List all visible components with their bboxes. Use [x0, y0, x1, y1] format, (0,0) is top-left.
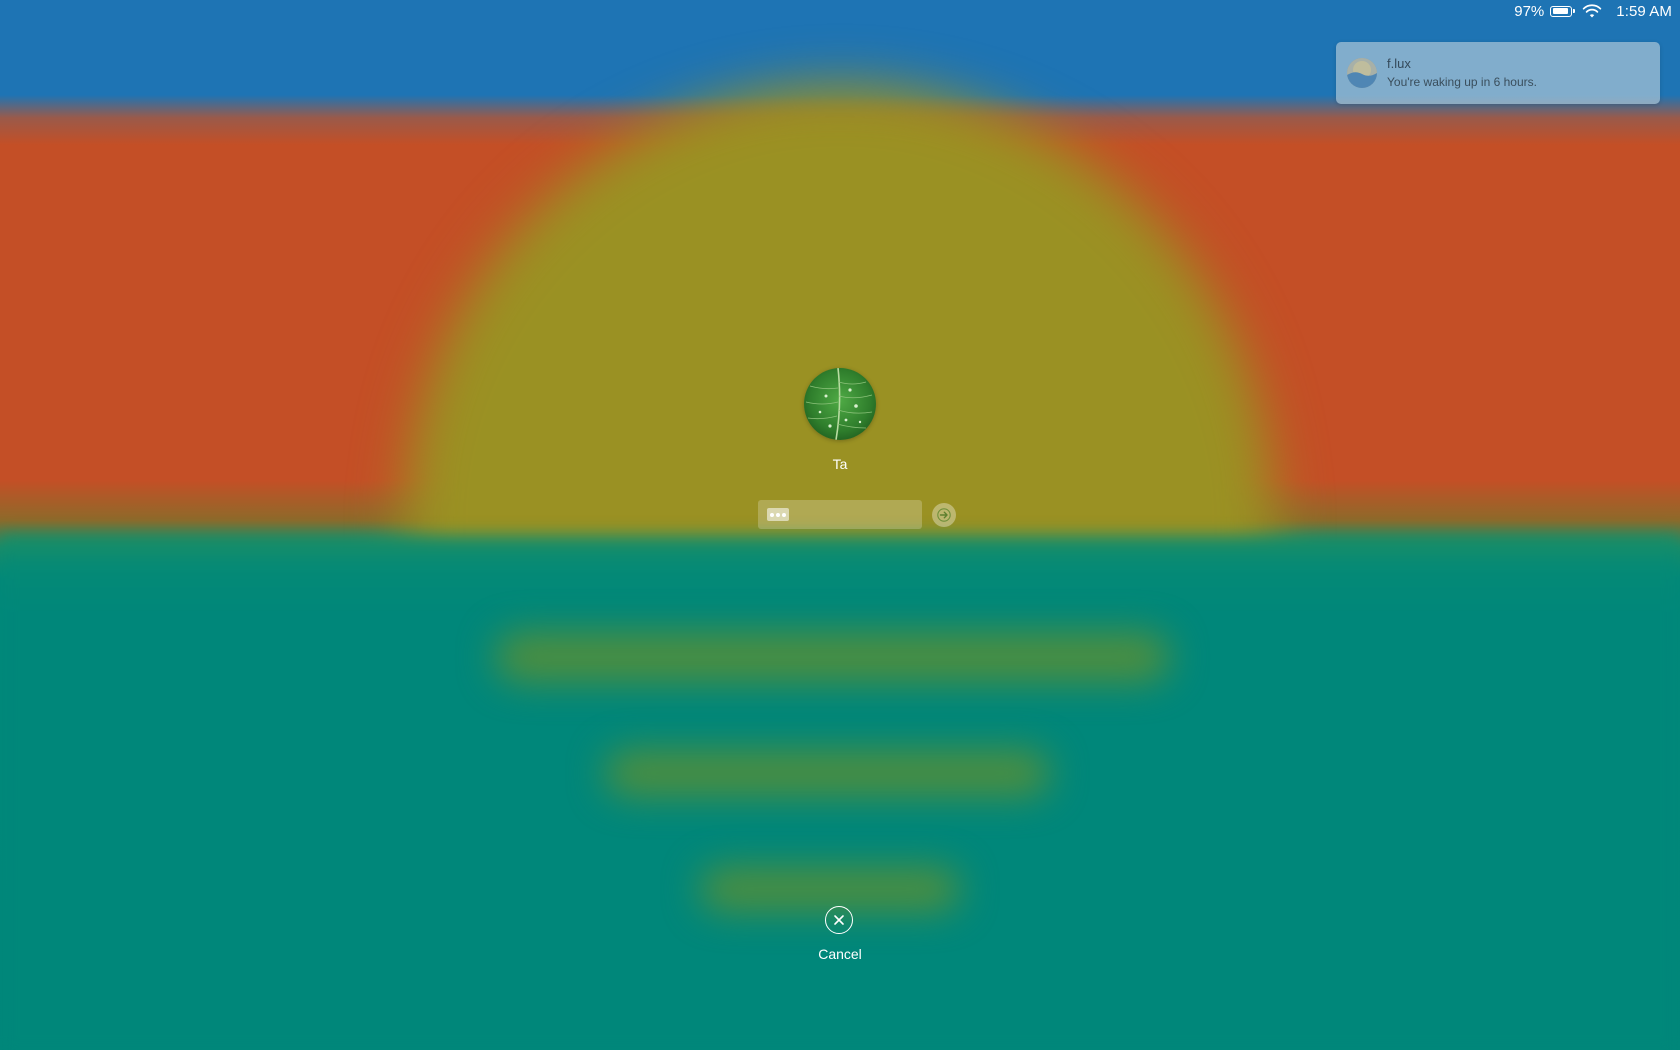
wallpaper-reflection: [700, 867, 960, 911]
wallpaper-reflection: [495, 632, 1170, 682]
battery-icon[interactable]: [1550, 5, 1576, 17]
arrow-right-icon: [937, 508, 951, 522]
close-circle-icon: [825, 906, 853, 934]
wallpaper-reflection: [605, 750, 1050, 796]
wifi-icon[interactable]: [1582, 3, 1602, 19]
notification-title: f.lux: [1387, 56, 1411, 71]
password-mask: [767, 508, 789, 521]
notification-banner[interactable]: f.lux You're waking up in 6 hours.: [1336, 42, 1660, 104]
menubar-status: 97% 1:59 AM: [1514, 0, 1672, 22]
user-avatar: [804, 368, 876, 440]
login-submit-button[interactable]: [932, 503, 956, 527]
user-name: Ta: [832, 456, 848, 472]
password-field[interactable]: [758, 500, 922, 529]
battery-percentage: 97%: [1514, 2, 1545, 20]
cancel-label: Cancel: [818, 946, 862, 962]
notification-message: You're waking up in 6 hours.: [1387, 75, 1537, 89]
flux-app-icon: [1347, 58, 1377, 88]
menubar-clock[interactable]: 1:59 AM: [1616, 3, 1672, 20]
cancel-button[interactable]: Cancel: [780, 906, 900, 964]
